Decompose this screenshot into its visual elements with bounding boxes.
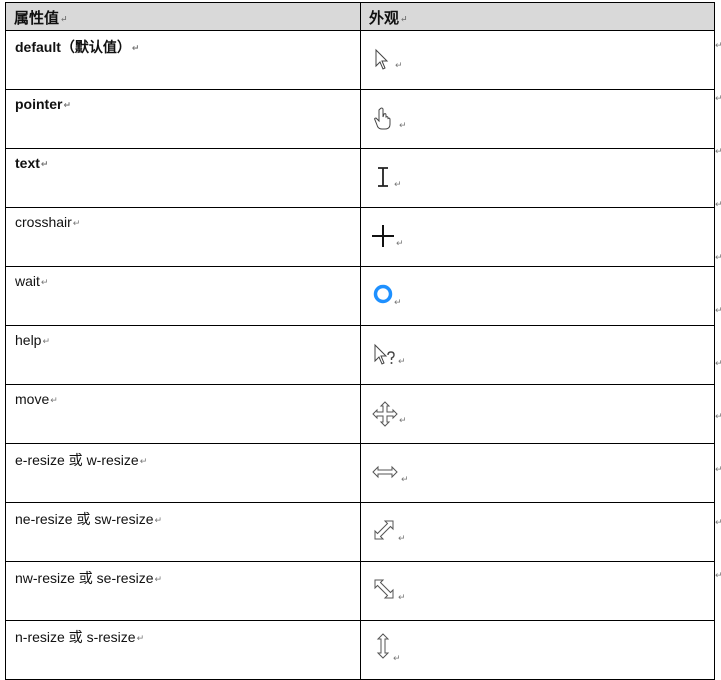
crosshair-icon <box>372 224 398 250</box>
look-cell: ↵ <box>360 89 715 149</box>
value-cell: n-resize 或 s-resize↵ <box>5 620 361 680</box>
paragraph-mark: ↵ <box>715 146 721 156</box>
look-cell: ↵ <box>360 561 715 621</box>
table-row: help↵ ↵ <box>5 325 715 385</box>
paragraph-mark: ↵ <box>139 456 148 466</box>
value-cell: help↵ <box>5 325 361 385</box>
paragraph-mark: ↵ <box>715 93 721 103</box>
table-row: text↵ ↵ <box>5 148 715 208</box>
value-cell: e-resize 或 w-resize↵ <box>5 443 361 503</box>
paragraph-mark: ↵ <box>394 297 402 307</box>
header-cell-look: 外观↵ <box>360 2 715 31</box>
value-text: help <box>15 332 42 348</box>
table-row: n-resize 或 s-resize↵ ↵ <box>5 620 715 680</box>
paragraph-mark: ↵ <box>715 358 721 368</box>
diagonal-ne-sw-resize-icon <box>372 519 398 545</box>
paragraph-mark: ↵ <box>400 15 408 25</box>
header-cell-value: 属性值↵ <box>5 2 361 31</box>
paragraph-mark: ↵ <box>715 252 721 262</box>
look-cell: ↵ <box>360 620 715 680</box>
paragraph-mark: ↵ <box>401 474 409 484</box>
paragraph-mark: ↵ <box>131 43 140 53</box>
header-row: 属性值↵ 外观↵ <box>5 2 715 31</box>
paragraph-mark: ↵ <box>398 533 406 543</box>
paragraph-mark: ↵ <box>715 305 721 315</box>
value-cell: text↵ <box>5 148 361 208</box>
paragraph-mark: ↵ <box>154 574 163 584</box>
horizontal-resize-icon <box>372 460 402 486</box>
paragraph-mark: ↵ <box>715 570 721 580</box>
table-row: move↵ ↵ <box>5 384 715 444</box>
value-text: e-resize 或 w-resize <box>15 452 139 468</box>
help-arrow-icon <box>372 342 398 368</box>
value-text: default（默认值） <box>15 39 131 55</box>
paragraph-mark: ↵ <box>398 356 406 366</box>
look-cell: ↵ <box>360 148 715 208</box>
paragraph-mark: ↵ <box>715 517 721 527</box>
look-cell: ↵ <box>360 443 715 503</box>
value-cell: nw-resize 或 se-resize↵ <box>5 561 361 621</box>
table-row: crosshair↵ ↵ <box>5 207 715 267</box>
paragraph-mark: ↵ <box>399 120 407 130</box>
paragraph-mark: ↵ <box>394 179 402 189</box>
paragraph-mark: ↵ <box>398 592 406 602</box>
move-arrows-icon <box>372 401 398 427</box>
look-cell: ↵ <box>360 30 715 90</box>
paragraph-mark: ↵ <box>715 199 721 209</box>
value-cell: pointer↵ <box>5 89 361 149</box>
paragraph-mark: ↵ <box>396 238 404 248</box>
table-row: default（默认值）↵ ↵ <box>5 30 715 90</box>
paragraph-mark: ↵ <box>72 218 81 228</box>
hand-pointer-icon <box>372 106 398 132</box>
value-text: nw-resize 或 se-resize <box>15 570 154 586</box>
value-text: crosshair <box>15 214 72 230</box>
look-cell: ↵ <box>360 502 715 562</box>
value-text: wait <box>15 273 40 289</box>
look-cell: ↵ <box>360 266 715 326</box>
paragraph-mark: ↵ <box>399 415 407 425</box>
value-cell: ne-resize 或 sw-resize↵ <box>5 502 361 562</box>
table-row: e-resize 或 w-resize↵ ↵ <box>5 443 715 503</box>
paragraph-mark: ↵ <box>715 411 721 421</box>
value-text: pointer <box>15 96 63 112</box>
value-text: text <box>15 155 40 171</box>
paragraph-mark: ↵ <box>393 653 401 663</box>
table-row: wait↵ ↵ <box>5 266 715 326</box>
paragraph-mark: ↵ <box>136 633 145 643</box>
value-text: move <box>15 391 50 407</box>
cursor-table: 属性值↵ 外观↵ default（默认值）↵ ↵ pointer↵ ↵ text… <box>5 2 715 680</box>
value-cell: move↵ <box>5 384 361 444</box>
value-cell: default（默认值）↵ <box>5 30 361 90</box>
diagonal-nw-se-resize-icon <box>372 578 398 604</box>
look-cell: ↵ <box>360 325 715 385</box>
paragraph-mark: ↵ <box>154 515 163 525</box>
paragraph-mark: ↵ <box>63 100 71 110</box>
paragraph-mark: ↵ <box>60 15 68 25</box>
paragraph-mark: ↵ <box>715 464 721 474</box>
table-row: ne-resize 或 sw-resize↵ ↵ <box>5 502 715 562</box>
value-cell: wait↵ <box>5 266 361 326</box>
paragraph-mark: ↵ <box>395 60 403 70</box>
table-row: nw-resize 或 se-resize↵ ↵ <box>5 561 715 621</box>
paragraph-mark: ↵ <box>50 395 58 405</box>
paragraph-mark: ↵ <box>40 277 49 287</box>
value-text: ne-resize 或 sw-resize <box>15 511 154 527</box>
paragraph-mark: ↵ <box>715 40 721 50</box>
header-look-label: 外观 <box>369 9 400 27</box>
look-cell: ↵ <box>360 207 715 267</box>
look-cell: ↵ <box>360 384 715 444</box>
header-value-label: 属性值 <box>14 9 60 27</box>
value-text: n-resize 或 s-resize <box>15 629 136 645</box>
paragraph-mark: ↵ <box>42 336 51 346</box>
value-cell: crosshair↵ <box>5 207 361 267</box>
table-row: pointer↵ ↵ <box>5 89 715 149</box>
paragraph-mark: ↵ <box>40 159 49 169</box>
